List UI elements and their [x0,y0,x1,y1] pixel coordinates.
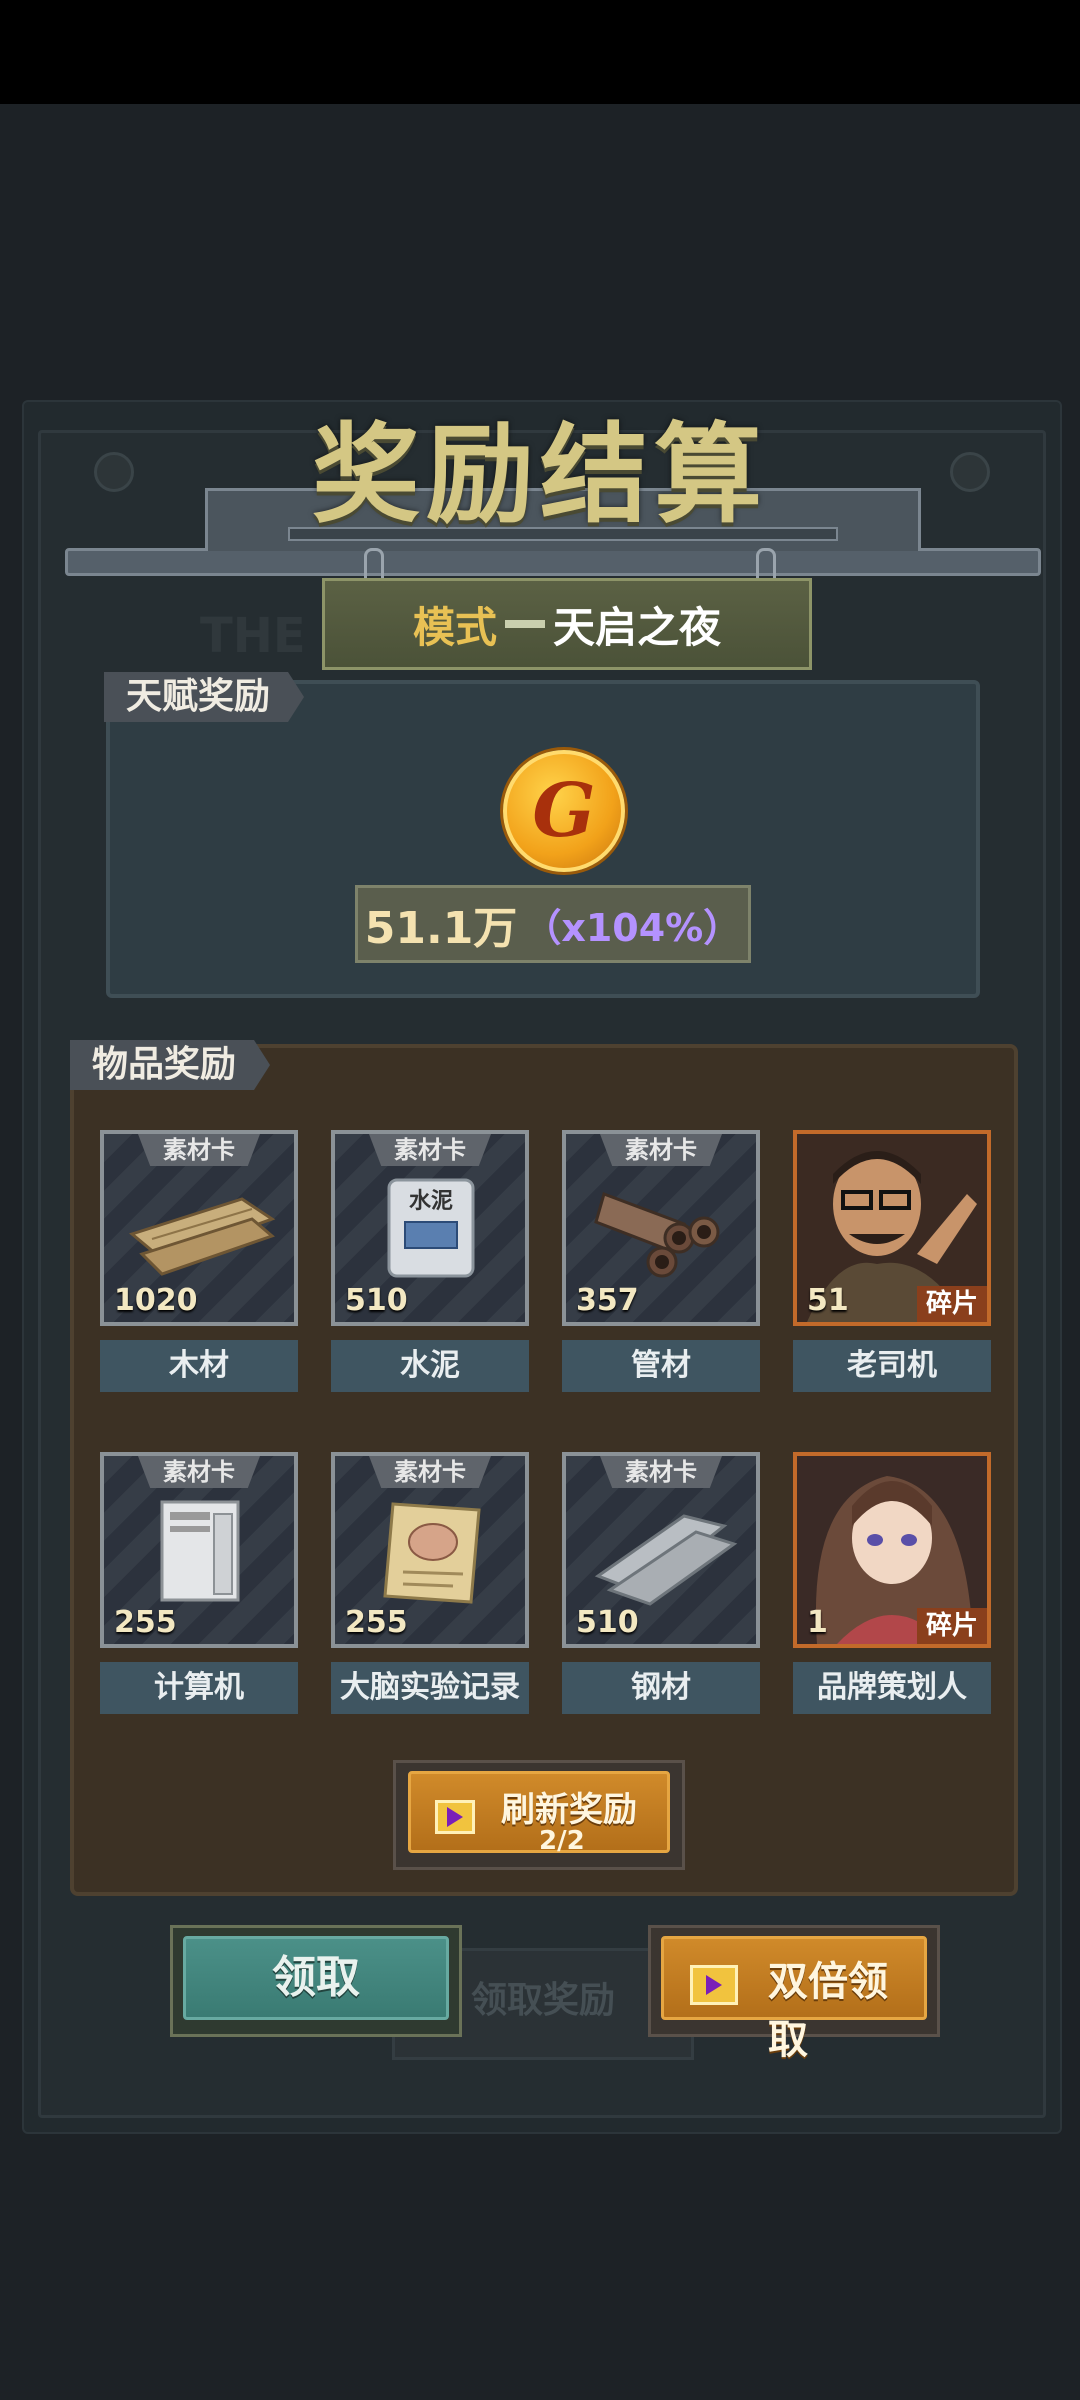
item-card[interactable]: 1 碎片 [793,1452,991,1648]
item-name: 计算机 [100,1662,298,1714]
card-tag: 素材卡 [138,1134,260,1166]
wood-planks-icon [128,1197,276,1276]
item-cell[interactable]: 水泥 素材卡 510 水泥 [331,1130,529,1392]
fragment-badge: 碎片 [917,1608,987,1644]
video-play-icon [690,1965,738,2005]
mode-banner: 模式 天启之夜 [322,578,812,670]
item-card[interactable]: 素材卡 1020 [100,1130,298,1326]
item-reward-tab: 物品奖励 [70,1040,271,1090]
talent-multiplier: （x104%） [523,905,742,950]
fragment-badge: 碎片 [917,1286,987,1322]
pipes-icon [594,1192,720,1278]
card-tag: 素材卡 [138,1456,260,1488]
talent-amount: 51.1万 [364,903,518,954]
status-bar [0,0,1080,104]
item-name: 木材 [100,1340,298,1392]
refresh-rewards-button[interactable]: 刷新奖励 2/2 [393,1760,685,1870]
item-count: 1 [807,1605,828,1640]
item-count: 255 [345,1605,408,1640]
mode-name: 天启之夜 [553,602,722,652]
item-cell[interactable]: 素材卡 1020 木材 [100,1130,298,1392]
claim-button[interactable]: 领取 [170,1925,462,2037]
double-claim-label: 双倍领取 [768,1959,888,2063]
page-title: 奖励结算 [311,413,768,538]
item-card[interactable]: 素材卡 357 [562,1130,760,1326]
talent-reward-tab: 天赋奖励 [104,672,305,722]
item-cell[interactable]: 素材卡 255 大脑实验记录 [331,1452,529,1714]
item-cell[interactable]: 51 碎片 老司机 [793,1130,991,1392]
item-card[interactable]: 素材卡 255 [331,1452,529,1648]
item-count: 510 [345,1283,408,1318]
double-claim-button[interactable]: 双倍领取 [648,1925,940,2063]
item-count: 255 [114,1605,177,1640]
refresh-label: 刷新奖励 [501,1790,637,1830]
item-cell[interactable]: 素材卡 510 钢材 [562,1452,760,1714]
item-count: 51 [807,1283,849,1318]
item-name: 大脑实验记录 [331,1662,529,1714]
cement-bag-icon: 水泥 [387,1178,475,1278]
steel-plates-icon [594,1514,738,1606]
item-name: 老司机 [793,1340,991,1392]
item-count: 1020 [114,1283,198,1318]
item-card[interactable]: 素材卡 255 [100,1452,298,1648]
item-name: 品牌策划人 [793,1662,991,1714]
video-play-icon [435,1800,475,1834]
computer-icon [160,1500,240,1602]
item-cell[interactable]: 1 碎片 品牌策划人 [793,1452,991,1714]
item-card[interactable]: 水泥 素材卡 510 [331,1130,529,1326]
item-card[interactable]: 素材卡 510 [562,1452,760,1648]
card-tag: 素材卡 [369,1134,491,1166]
item-grid: 素材卡 1020 木材 水泥 素材卡 510 水泥 素材卡 357 管材 51 … [100,1130,991,1714]
item-cell[interactable]: 素材卡 255 计算机 [100,1452,298,1714]
item-card[interactable]: 51 碎片 [793,1130,991,1326]
item-cell[interactable]: 素材卡 357 管材 [562,1130,760,1392]
item-name: 水泥 [331,1340,529,1392]
talent-amount-bar: 51.1万 （x104%） [355,885,751,963]
brain-notes-icon [383,1502,481,1604]
gold-coin-icon: G [503,750,625,872]
card-tag: 素材卡 [600,1134,722,1166]
card-tag: 素材卡 [369,1456,491,1488]
claim-label: 领取 [183,1936,449,2020]
header-bar [65,548,1041,576]
card-tag: 素材卡 [600,1456,722,1488]
item-name: 管材 [562,1340,760,1392]
ghost-text: THE [200,608,306,664]
item-count: 510 [576,1605,639,1640]
refresh-count: 2/2 [539,1826,585,1856]
mode-label: 模式 [412,602,497,652]
item-count: 357 [576,1283,639,1318]
mode-separator [505,620,545,628]
cement-bag-text: 水泥 [409,1189,453,1214]
item-name: 钢材 [562,1662,760,1714]
